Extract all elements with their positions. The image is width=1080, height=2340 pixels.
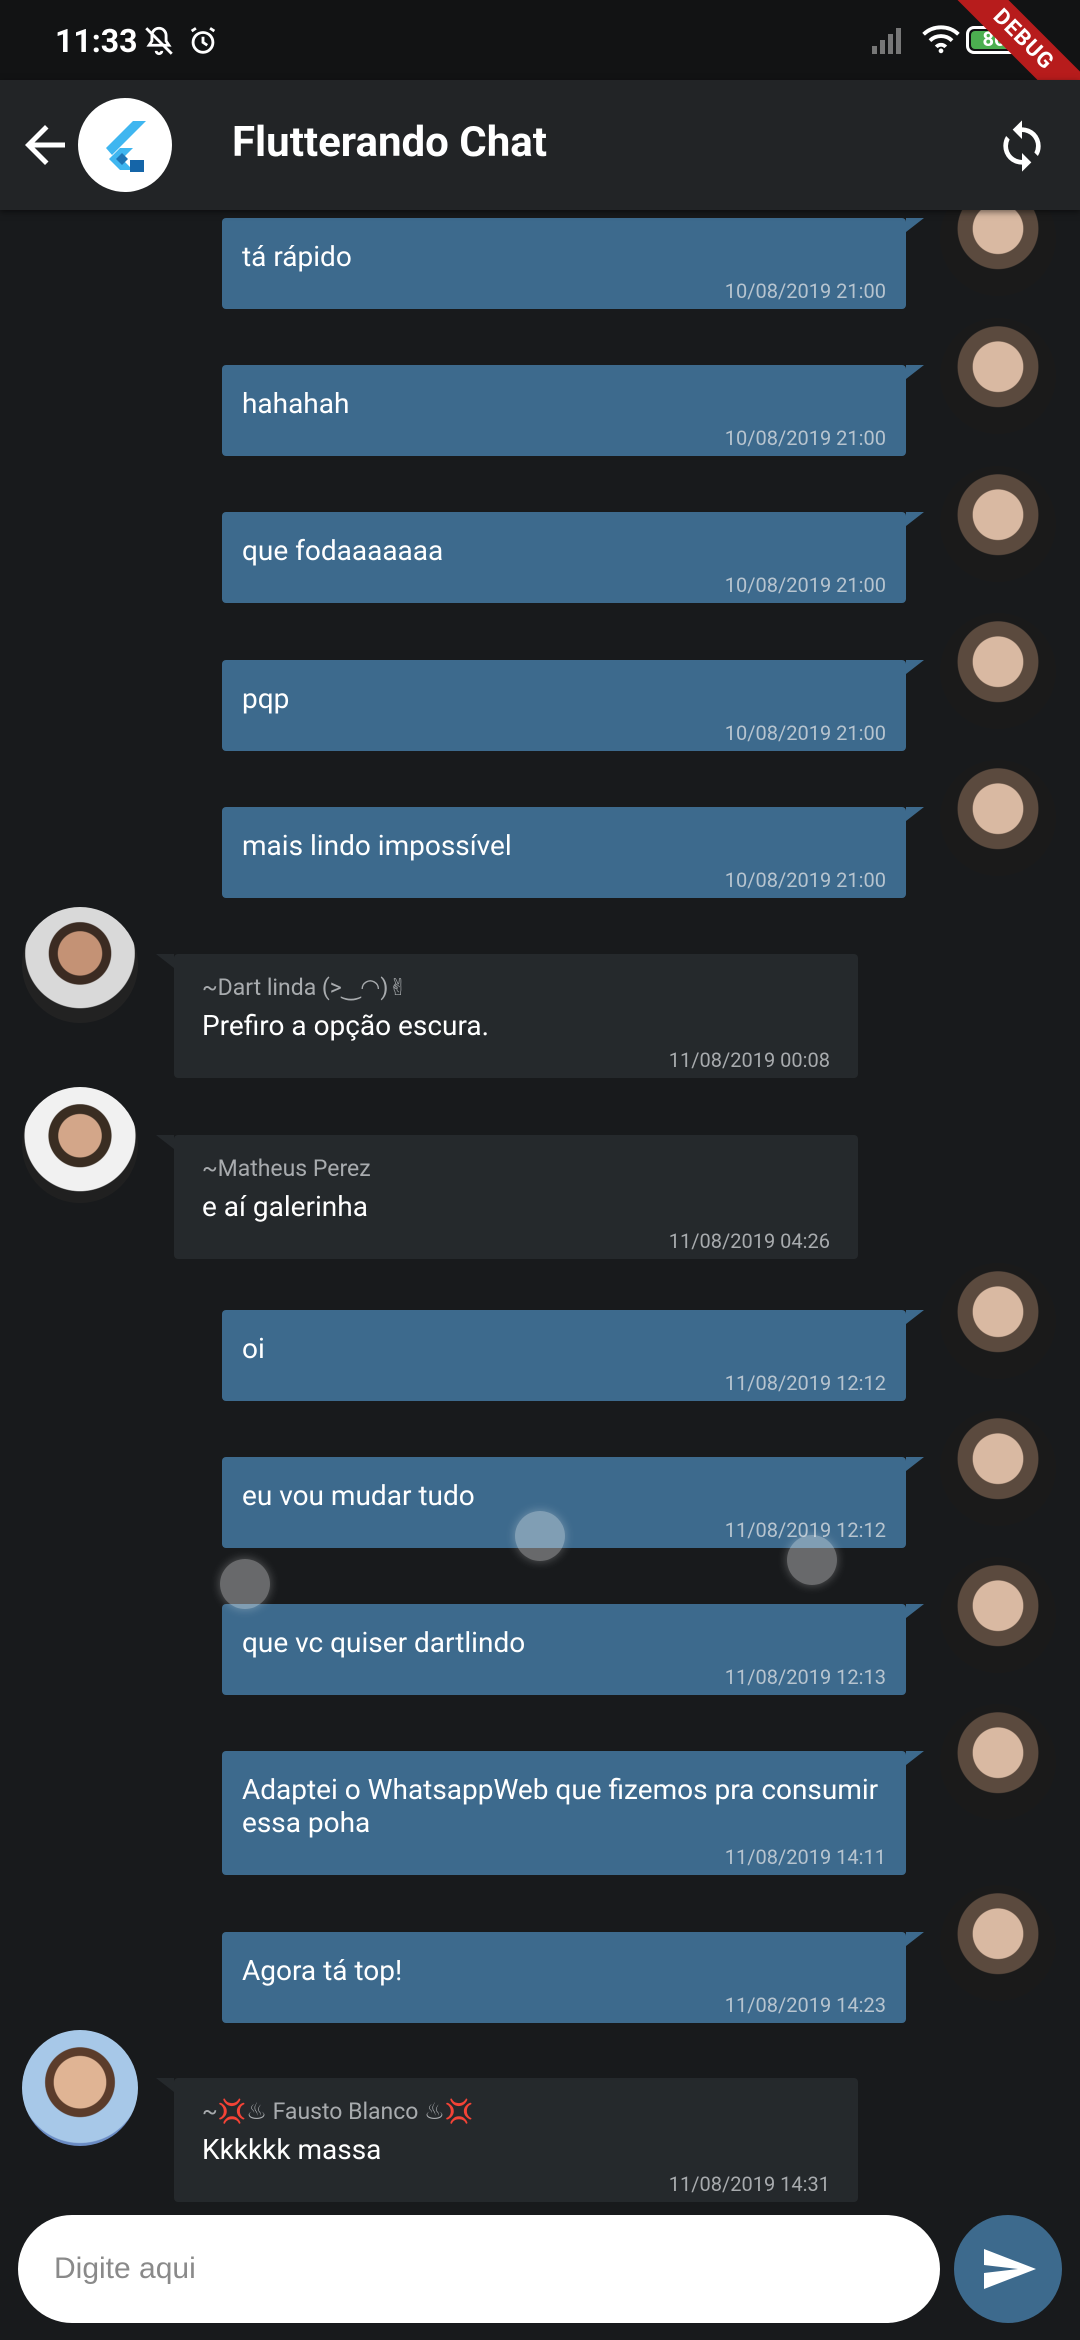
avatar (940, 760, 1056, 876)
message-time: 11/08/2019 14:23 (724, 1993, 886, 2017)
avatar (940, 466, 1056, 582)
message-bubble-outgoing[interactable]: pqp 10/08/2019 21:00 (222, 660, 924, 751)
touch-indicator (220, 1559, 270, 1609)
avatar (940, 1704, 1056, 1820)
notifications-off-icon (145, 26, 173, 56)
message-time: 10/08/2019 21:00 (724, 573, 886, 597)
message-bubble-incoming[interactable]: ~Matheus Perez e aí galerinha 11/08/2019… (156, 1135, 858, 1259)
avatar (22, 1087, 138, 1203)
message-text: pqp (242, 682, 290, 715)
avatar (940, 1885, 1056, 2001)
message-bubble-outgoing[interactable]: mais lindo impossível 10/08/2019 21:00 (222, 807, 924, 898)
status-icons-left (142, 24, 220, 58)
message-time: 11/08/2019 04:26 (668, 1229, 830, 1253)
touch-indicator (515, 1511, 565, 1561)
refresh-icon (1003, 120, 1041, 172)
message-text: Adaptei o WhatsappWeb que fizemos pra co… (242, 1773, 879, 1839)
refresh-button[interactable] (994, 118, 1050, 174)
message-time: 11/08/2019 00:08 (668, 1048, 830, 1072)
status-icons-right (870, 24, 960, 54)
message-bubble-outgoing[interactable]: que fodaaaaaaa 10/08/2019 21:00 (222, 512, 924, 603)
message-time: 11/08/2019 12:12 (724, 1371, 886, 1395)
avatar (940, 613, 1056, 729)
message-sender: ~💢♨ Fausto Blanco ♨💢 (202, 2098, 474, 2125)
send-button[interactable] (954, 2215, 1062, 2323)
message-input[interactable] (18, 2215, 940, 2323)
message-sender: ~Dart linda (>‿◠)✌ (202, 974, 408, 1001)
message-text: e aí galerinha (202, 1190, 368, 1223)
message-bubble-outgoing[interactable]: Adaptei o WhatsappWeb que fizemos pra co… (222, 1751, 924, 1875)
avatar (940, 318, 1056, 434)
message-time: 10/08/2019 21:00 (724, 721, 886, 745)
message-bubble-outgoing[interactable]: que vc quiser dartlindo 11/08/2019 12:13 (222, 1604, 924, 1695)
message-bubble-outgoing[interactable]: Agora tá top! 11/08/2019 14:23 (222, 1932, 924, 2023)
message-time: 11/08/2019 14:31 (668, 2172, 830, 2196)
avatar (22, 907, 138, 1023)
message-bubble-incoming[interactable]: ~💢♨ Fausto Blanco ♨💢 Kkkkkk massa 11/08/… (156, 2078, 858, 2202)
message-list[interactable]: tá rápido 10/08/2019 21:00 hahahah 10/08… (0, 210, 1080, 2205)
message-time: 10/08/2019 21:00 (724, 279, 886, 303)
message-text: oi (242, 1332, 265, 1365)
send-icon (984, 2249, 1036, 2289)
message-sender: ~Matheus Perez (202, 1155, 371, 1182)
avatar (940, 210, 1056, 296)
message-bubble-incoming[interactable]: ~Dart linda (>‿◠)✌ Prefiro a opção escur… (156, 954, 858, 1078)
message-bubble-outgoing[interactable]: tá rápido 10/08/2019 21:00 (222, 218, 924, 309)
message-text: mais lindo impossível (242, 829, 512, 862)
back-button[interactable] (15, 115, 75, 175)
composer-bar (0, 2205, 1080, 2340)
message-text: que vc quiser dartlindo (242, 1626, 526, 1659)
avatar (940, 1263, 1056, 1379)
status-time: 11:33 (55, 22, 138, 60)
message-time: 10/08/2019 21:00 (724, 868, 886, 892)
message-time: 10/08/2019 21:00 (724, 426, 886, 450)
message-time: 11/08/2019 14:11 (724, 1845, 886, 1869)
page-title: Flutterando Chat (232, 118, 547, 167)
flutter-logo-icon (106, 121, 146, 172)
avatar (22, 2030, 138, 2146)
alarm-icon (190, 27, 216, 54)
message-bubble-outgoing[interactable]: oi 11/08/2019 12:12 (222, 1310, 924, 1401)
signal-icon (872, 28, 901, 54)
avatar (940, 1557, 1056, 1673)
message-text: tá rápido (242, 240, 352, 273)
wifi-icon (922, 25, 960, 54)
message-time: 11/08/2019 12:13 (724, 1665, 886, 1689)
back-arrow-icon (25, 125, 65, 165)
touch-indicator (787, 1535, 837, 1585)
status-bar: 11:33 86 DEBUG (0, 0, 1080, 120)
message-bubble-outgoing[interactable]: hahahah 10/08/2019 21:00 (222, 365, 924, 456)
message-text: Prefiro a opção escura. (202, 1009, 489, 1042)
avatar (940, 1410, 1056, 1526)
message-text: que fodaaaaaaa (242, 534, 444, 567)
message-text: Agora tá top! (242, 1954, 403, 1987)
app-bar: Flutterando Chat (0, 80, 1080, 210)
message-text: eu vou mudar tudo (242, 1479, 475, 1512)
message-text: hahahah (242, 387, 350, 420)
message-text: Kkkkkk massa (202, 2133, 382, 2166)
app-logo[interactable] (78, 98, 172, 192)
